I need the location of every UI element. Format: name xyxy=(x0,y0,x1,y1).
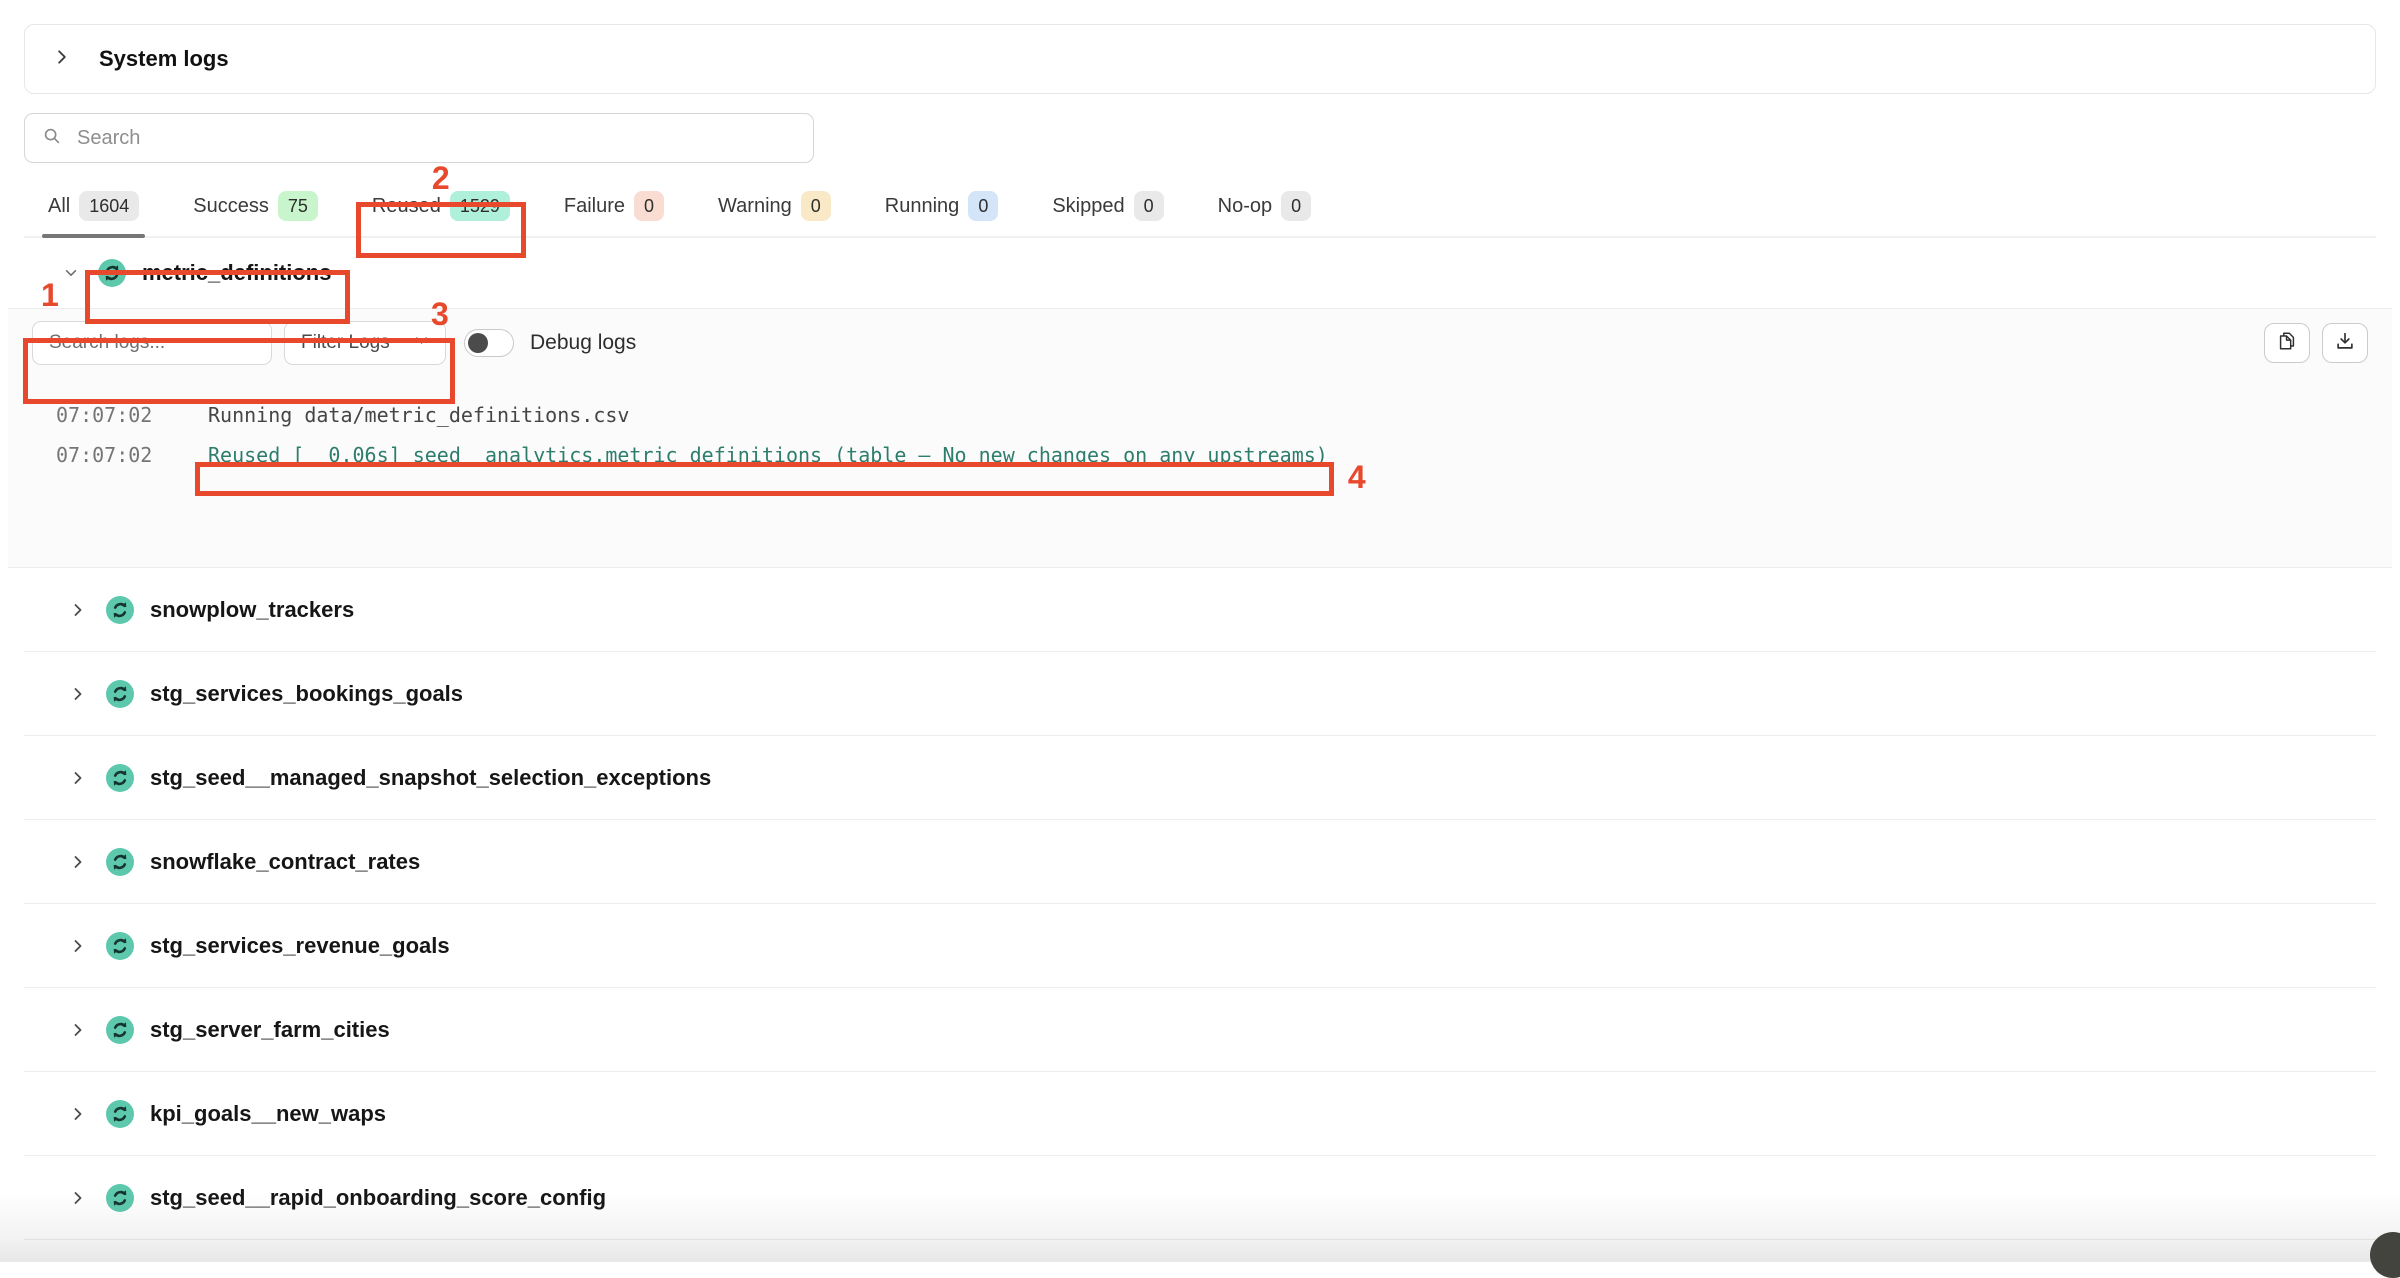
log-message-info: Running data/metric_definitions.csv xyxy=(208,403,629,427)
chevron-right-icon[interactable] xyxy=(70,1022,86,1038)
row-label: stg_seed__rapid_onboarding_score_config xyxy=(150,1185,606,1211)
tab-count-badge: 1604 xyxy=(79,191,139,221)
expanded-row-content: metric_definitions xyxy=(98,259,331,287)
log-output: 07:07:02 Running data/metric_definitions… xyxy=(8,395,2392,475)
download-logs-button[interactable] xyxy=(2322,323,2368,363)
tab-count-badge: 0 xyxy=(634,191,664,221)
row-label: stg_seed__managed_snapshot_selection_exc… xyxy=(150,765,711,791)
reused-status-icon xyxy=(106,1184,134,1212)
search-input[interactable] xyxy=(77,127,797,150)
row-stg_server_farm_cities[interactable]: stg_server_farm_cities xyxy=(24,988,2376,1072)
reused-status-icon xyxy=(106,932,134,960)
tab-label: All xyxy=(48,192,70,220)
row-content: stg_seed__managed_snapshot_selection_exc… xyxy=(106,764,711,792)
row-content: kpi_goals__new_waps xyxy=(106,1100,386,1128)
tab-count-badge: 1529 xyxy=(450,191,510,221)
chevron-right-icon[interactable] xyxy=(70,1106,86,1122)
copy-icon xyxy=(2276,330,2298,357)
download-icon xyxy=(2334,330,2356,357)
reused-status-icon xyxy=(106,848,134,876)
tab-label: Failure xyxy=(564,192,625,220)
tab-warning[interactable]: Warning 0 xyxy=(718,191,831,221)
chevron-right-icon[interactable] xyxy=(70,602,86,618)
row-label: stg_services_bookings_goals xyxy=(150,681,463,707)
chevron-right-icon[interactable] xyxy=(53,48,71,71)
row-label: snowplow_trackers xyxy=(150,597,354,623)
reused-status-icon xyxy=(106,764,134,792)
chevron-down-icon xyxy=(414,332,429,354)
tab-count-badge: 75 xyxy=(278,191,318,221)
log-message-reused: Reused [ 0.06s] seed analytics.metric_de… xyxy=(208,443,1328,467)
tab-reused[interactable]: Reused 1529 xyxy=(372,191,510,221)
search-logs-input[interactable] xyxy=(32,321,272,365)
row-stg_seed__managed_snapshot_selection_exceptions[interactable]: stg_seed__managed_snapshot_selection_exc… xyxy=(24,736,2376,820)
status-tabs: All 1604 Success 75 Reused 1529 Failure … xyxy=(24,181,2376,238)
chevron-right-icon[interactable] xyxy=(70,1190,86,1206)
row-content: stg_seed__rapid_onboarding_score_config xyxy=(106,1184,606,1212)
filter-logs-dropdown[interactable]: Filter Logs xyxy=(284,321,446,365)
row-label: kpi_goals__new_waps xyxy=(150,1101,386,1127)
search-icon xyxy=(41,125,63,152)
row-snowflake_contract_rates[interactable]: snowflake_contract_rates xyxy=(24,820,2376,904)
reused-status-icon xyxy=(98,259,126,287)
system-logs-header[interactable]: System logs xyxy=(24,24,2376,94)
page-title: System logs xyxy=(99,46,229,72)
log-line: 07:07:02 Reused [ 0.06s] seed analytics.… xyxy=(56,435,2392,475)
tab-all[interactable]: All 1604 xyxy=(48,191,139,221)
log-panel: Filter Logs Debug logs xyxy=(8,308,2392,568)
tab-running[interactable]: Running 0 xyxy=(885,191,999,221)
tab-label: No-op xyxy=(1218,192,1272,220)
row-label: stg_services_revenue_goals xyxy=(150,933,450,959)
reused-status-icon xyxy=(106,680,134,708)
debug-logs-toggle[interactable] xyxy=(464,329,514,357)
tab-count-badge: 0 xyxy=(968,191,998,221)
row-label: snowflake_contract_rates xyxy=(150,849,420,875)
log-timestamp: 07:07:02 xyxy=(56,443,208,467)
copy-logs-button[interactable] xyxy=(2264,323,2310,363)
row-snowplow_trackers[interactable]: snowplow_trackers xyxy=(24,568,2376,652)
tab-count-badge: 0 xyxy=(1281,191,1311,221)
row-stg_services_revenue_goals[interactable]: stg_services_revenue_goals xyxy=(24,904,2376,988)
chevron-right-icon[interactable] xyxy=(70,854,86,870)
log-line: 07:07:02 Running data/metric_definitions… xyxy=(56,395,2392,435)
chevron-right-icon[interactable] xyxy=(70,938,86,954)
tab-skipped[interactable]: Skipped 0 xyxy=(1052,191,1163,221)
row-content: stg_server_farm_cities xyxy=(106,1016,390,1044)
tab-label: Reused xyxy=(372,192,441,220)
row-content: snowplow_trackers xyxy=(106,596,354,624)
row-kpi_goals__new_waps[interactable]: kpi_goals__new_waps xyxy=(24,1072,2376,1156)
tab-label: Success xyxy=(193,192,269,220)
row-label: metric_definitions xyxy=(142,260,331,286)
tab-success[interactable]: Success 75 xyxy=(193,191,318,221)
chevron-right-icon[interactable] xyxy=(70,770,86,786)
row-stg_services_bookings_goals[interactable]: stg_services_bookings_goals xyxy=(24,652,2376,736)
tab-count-badge: 0 xyxy=(1134,191,1164,221)
reused-status-icon xyxy=(106,1016,134,1044)
tab-label: Warning xyxy=(718,192,792,220)
tab-count-badge: 0 xyxy=(801,191,831,221)
row-content: snowflake_contract_rates xyxy=(106,848,420,876)
chevron-down-icon[interactable] xyxy=(64,266,78,280)
debug-logs-label: Debug logs xyxy=(530,331,636,355)
row-label: stg_server_farm_cities xyxy=(150,1017,390,1043)
row-content: stg_services_bookings_goals xyxy=(106,680,463,708)
tab-label: Skipped xyxy=(1052,192,1124,220)
toggle-knob xyxy=(468,333,488,353)
log-timestamp: 07:07:02 xyxy=(56,403,208,427)
rows-list: snowplow_trackers stg_services_bookings_… xyxy=(24,568,2376,1240)
reused-status-icon xyxy=(106,596,134,624)
row-stg_seed__rapid_onboarding_score_config[interactable]: stg_seed__rapid_onboarding_score_config xyxy=(24,1156,2376,1240)
tab-no-op[interactable]: No-op 0 xyxy=(1218,191,1312,221)
chevron-right-icon[interactable] xyxy=(70,686,86,702)
tab-failure[interactable]: Failure 0 xyxy=(564,191,664,221)
log-toolbar: Filter Logs Debug logs xyxy=(8,309,2392,365)
reused-status-icon xyxy=(106,1100,134,1128)
tab-label: Running xyxy=(885,192,960,220)
row-content: stg_services_revenue_goals xyxy=(106,932,450,960)
filter-logs-label: Filter Logs xyxy=(301,332,390,354)
search-box[interactable] xyxy=(24,113,814,163)
log-toolbar-filters: Filter Logs xyxy=(32,321,446,365)
row-metric-definitions[interactable]: metric_definitions xyxy=(24,238,2376,308)
